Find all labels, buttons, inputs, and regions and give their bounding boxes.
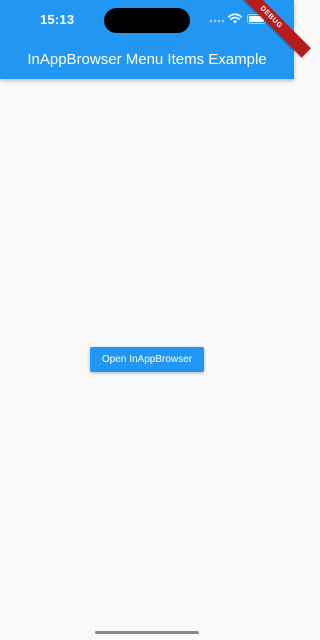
- app-bar: 15:13 InAppBrowser Menu Items Example: [0, 0, 294, 79]
- wifi-icon: [228, 13, 242, 24]
- cellular-signal-icon: [209, 19, 225, 23]
- open-inappbrowser-button[interactable]: Open InAppBrowser: [90, 347, 204, 372]
- status-time: 15:13: [40, 12, 75, 27]
- app-bar-title: InAppBrowser Menu Items Example: [27, 51, 267, 68]
- dynamic-island: [104, 8, 190, 33]
- home-indicator[interactable]: [95, 631, 199, 634]
